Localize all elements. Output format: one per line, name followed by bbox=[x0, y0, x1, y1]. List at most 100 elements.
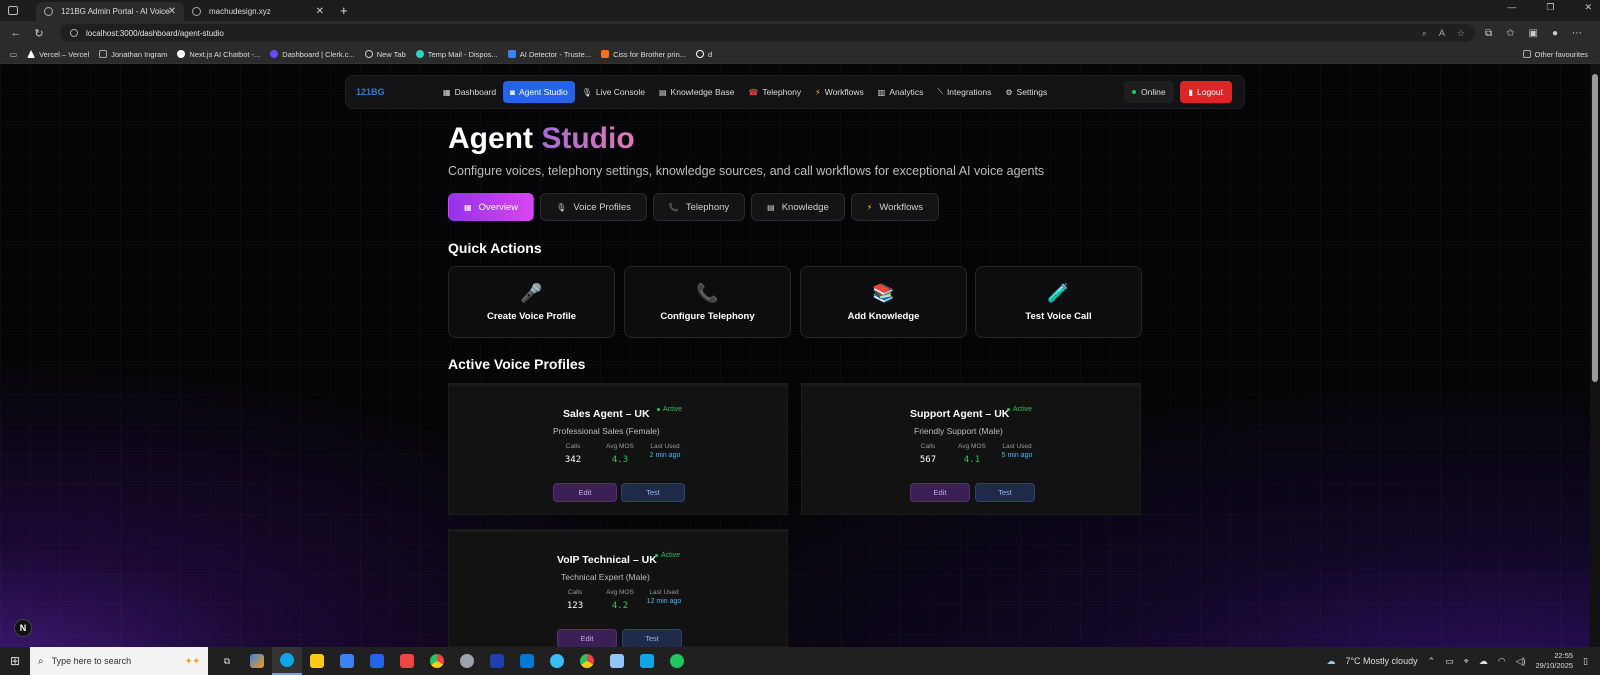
bookmark-vercel[interactable]: Vercel – Vercel bbox=[27, 50, 89, 59]
card-divider bbox=[449, 384, 787, 386]
whatsapp-icon[interactable] bbox=[662, 647, 692, 675]
back-icon[interactable]: ← bbox=[9, 27, 23, 39]
close-icon[interactable]: ✕ bbox=[168, 6, 176, 17]
edge-icon[interactable] bbox=[272, 647, 302, 675]
tab-workflows[interactable]: ⚡ Workflows bbox=[850, 193, 939, 221]
edit-button[interactable]: Edit bbox=[553, 483, 617, 502]
chrome-icon[interactable] bbox=[422, 647, 452, 675]
tab-voice-profiles[interactable]: 🎙 Voice Profiles bbox=[540, 193, 647, 221]
test-voice-call-button[interactable]: 🧪 Test Voice Call bbox=[975, 266, 1142, 338]
taskbar-search[interactable]: ⌕ Type here to search ✦✦ bbox=[30, 647, 208, 675]
bookmark-ciss-brother[interactable]: Ciss for Brother prin... bbox=[601, 50, 686, 59]
notifications-icon[interactable]: ▯ bbox=[1583, 656, 1588, 667]
scrollbar-thumb[interactable] bbox=[1592, 74, 1598, 382]
split-screen-icon[interactable]: ⧉ bbox=[1485, 28, 1492, 39]
close-icon[interactable]: ✕ bbox=[316, 6, 324, 17]
clock[interactable]: 22:55 29/10/2025 bbox=[1536, 651, 1574, 671]
task-view-icon[interactable]: ⧉ bbox=[212, 647, 242, 675]
bookmark-clerk[interactable]: Dashboard | Clerk.c... bbox=[270, 50, 355, 59]
status-badge: Active bbox=[1007, 406, 1032, 413]
nextjs-dev-badge-icon[interactable]: N bbox=[14, 619, 32, 637]
bookmark-d[interactable]: d bbox=[696, 50, 712, 59]
onedrive-icon[interactable]: ☁ bbox=[1479, 656, 1488, 667]
favorites-icon[interactable]: ✩ bbox=[1506, 28, 1514, 39]
zoom-icon[interactable]: ⌕ bbox=[1422, 28, 1427, 39]
test-button[interactable]: Test bbox=[975, 483, 1035, 502]
other-favourites[interactable]: Other favourites bbox=[1522, 50, 1588, 59]
gear-icon: ⚙ bbox=[1005, 87, 1013, 97]
book-icon: ▤ bbox=[658, 87, 667, 97]
copilot-icon[interactable] bbox=[242, 647, 272, 675]
folder-icon bbox=[99, 50, 108, 58]
browser-icon[interactable] bbox=[542, 647, 572, 675]
test-button[interactable]: Test bbox=[622, 629, 682, 648]
page-content bbox=[0, 64, 1600, 647]
configure-telephony-button[interactable]: 📞 Configure Telephony bbox=[624, 266, 791, 338]
nav-item-live-console[interactable]: 🎙 Live Console bbox=[575, 81, 652, 103]
bookmarks-toggle-icon[interactable]: ▭ bbox=[10, 50, 17, 59]
nav-item-knowledge-base[interactable]: ▤ Knowledge Base bbox=[652, 81, 741, 103]
browser-tab-machudesign[interactable]: machudesign.xyz ✕ bbox=[184, 2, 332, 21]
chrome-alt-icon[interactable] bbox=[572, 647, 602, 675]
url-field[interactable]: localhost:3000/dashboard/agent-studio ⌕ … bbox=[60, 24, 1475, 42]
tab-telephony[interactable]: 📞 Telephony bbox=[652, 193, 746, 221]
network-icon[interactable]: ⌖ bbox=[1464, 656, 1469, 667]
edit-button[interactable]: Edit bbox=[910, 483, 970, 502]
nav-item-integrations[interactable]: ⟍ Integrations bbox=[930, 81, 998, 103]
vscode-icon[interactable] bbox=[512, 647, 542, 675]
new-tab-icon[interactable]: + bbox=[340, 3, 348, 18]
shield-icon: ◙ bbox=[510, 87, 515, 97]
maximize-icon[interactable]: ❐ bbox=[1546, 2, 1554, 13]
refresh-icon[interactable]: ↻ bbox=[32, 27, 46, 40]
collections-icon[interactable]: ▣ bbox=[1529, 28, 1538, 39]
stat-calls: Calls 567 bbox=[919, 443, 937, 465]
minimize-icon[interactable]: — bbox=[1507, 2, 1516, 13]
favorite-star-icon[interactable]: ☆ bbox=[1457, 28, 1465, 39]
windows-start-icon[interactable]: ⊞ bbox=[0, 654, 30, 668]
ciss-icon bbox=[601, 50, 610, 58]
photos-icon[interactable] bbox=[632, 647, 662, 675]
tray-app-icon[interactable]: ▭ bbox=[1445, 656, 1454, 667]
tab-overview[interactable]: ▦ Overview bbox=[448, 193, 535, 221]
volume-icon[interactable]: ◁) bbox=[1516, 656, 1526, 667]
nav-item-agent-studio[interactable]: ◙ Agent Studio bbox=[503, 81, 575, 103]
link-icon: ⟍ bbox=[937, 87, 943, 96]
bookmark-ai-detector[interactable]: AI Detector - Truste... bbox=[507, 50, 591, 59]
nav-item-workflows[interactable]: ⚡ Workflows bbox=[808, 81, 871, 103]
test-button[interactable]: Test bbox=[621, 483, 685, 502]
tab-actions-icon[interactable] bbox=[8, 6, 18, 15]
add-knowledge-button[interactable]: 📚 Add Knowledge bbox=[800, 266, 967, 338]
notepad-icon[interactable] bbox=[602, 647, 632, 675]
mail-icon[interactable] bbox=[362, 647, 392, 675]
powershell-icon[interactable] bbox=[482, 647, 512, 675]
app-icon[interactable] bbox=[452, 647, 482, 675]
nav-item-analytics[interactable]: ▥ Analytics bbox=[871, 81, 931, 103]
url-text: localhost:3000/dashboard/agent-studio bbox=[86, 28, 224, 38]
file-explorer-icon[interactable] bbox=[302, 647, 332, 675]
browser-tab-admin-portal[interactable]: 121BG Admin Portal - AI Voice Ag ✕ bbox=[36, 2, 184, 21]
read-aloud-icon[interactable]: A bbox=[1439, 28, 1445, 39]
youtube-icon[interactable] bbox=[392, 647, 422, 675]
close-window-icon[interactable]: ✕ bbox=[1584, 2, 1592, 13]
tab-knowledge[interactable]: ▤ Knowledge bbox=[751, 193, 845, 221]
weather-text[interactable]: 7°C Mostly cloudy bbox=[1345, 656, 1417, 666]
bookmark-new-tab[interactable]: New Tab bbox=[364, 50, 406, 59]
nav-item-dashboard[interactable]: ▦ Dashboard bbox=[436, 81, 503, 103]
store-icon[interactable] bbox=[332, 647, 362, 675]
site-info-icon[interactable] bbox=[70, 29, 78, 37]
nav-item-telephony[interactable]: ☎ Telephony bbox=[741, 81, 808, 103]
bookmark-nextjs-chatbot[interactable]: Next.js AI Chatbot -... bbox=[177, 50, 260, 59]
bookmark-temp-mail[interactable]: Temp Mail - Dispos... bbox=[415, 50, 498, 59]
book-icon: ▤ bbox=[767, 202, 775, 212]
temp-mail-icon bbox=[415, 50, 424, 58]
profile-icon[interactable]: ● bbox=[1552, 28, 1558, 39]
more-icon[interactable]: ⋯ bbox=[1572, 28, 1582, 39]
app-logo[interactable]: 121BG bbox=[356, 87, 436, 97]
wifi-icon[interactable]: ◠ bbox=[1498, 656, 1506, 667]
logout-button[interactable]: ▮ Logout bbox=[1179, 81, 1232, 103]
create-voice-profile-button[interactable]: 🎤 Create Voice Profile bbox=[448, 266, 615, 338]
edit-button[interactable]: Edit bbox=[557, 629, 617, 648]
chevron-up-icon[interactable]: ⌃ bbox=[1428, 656, 1436, 667]
bookmark-jonathan-ingram[interactable]: Jonathan Ingram bbox=[99, 50, 167, 59]
nav-item-settings[interactable]: ⚙ Settings bbox=[998, 81, 1054, 103]
